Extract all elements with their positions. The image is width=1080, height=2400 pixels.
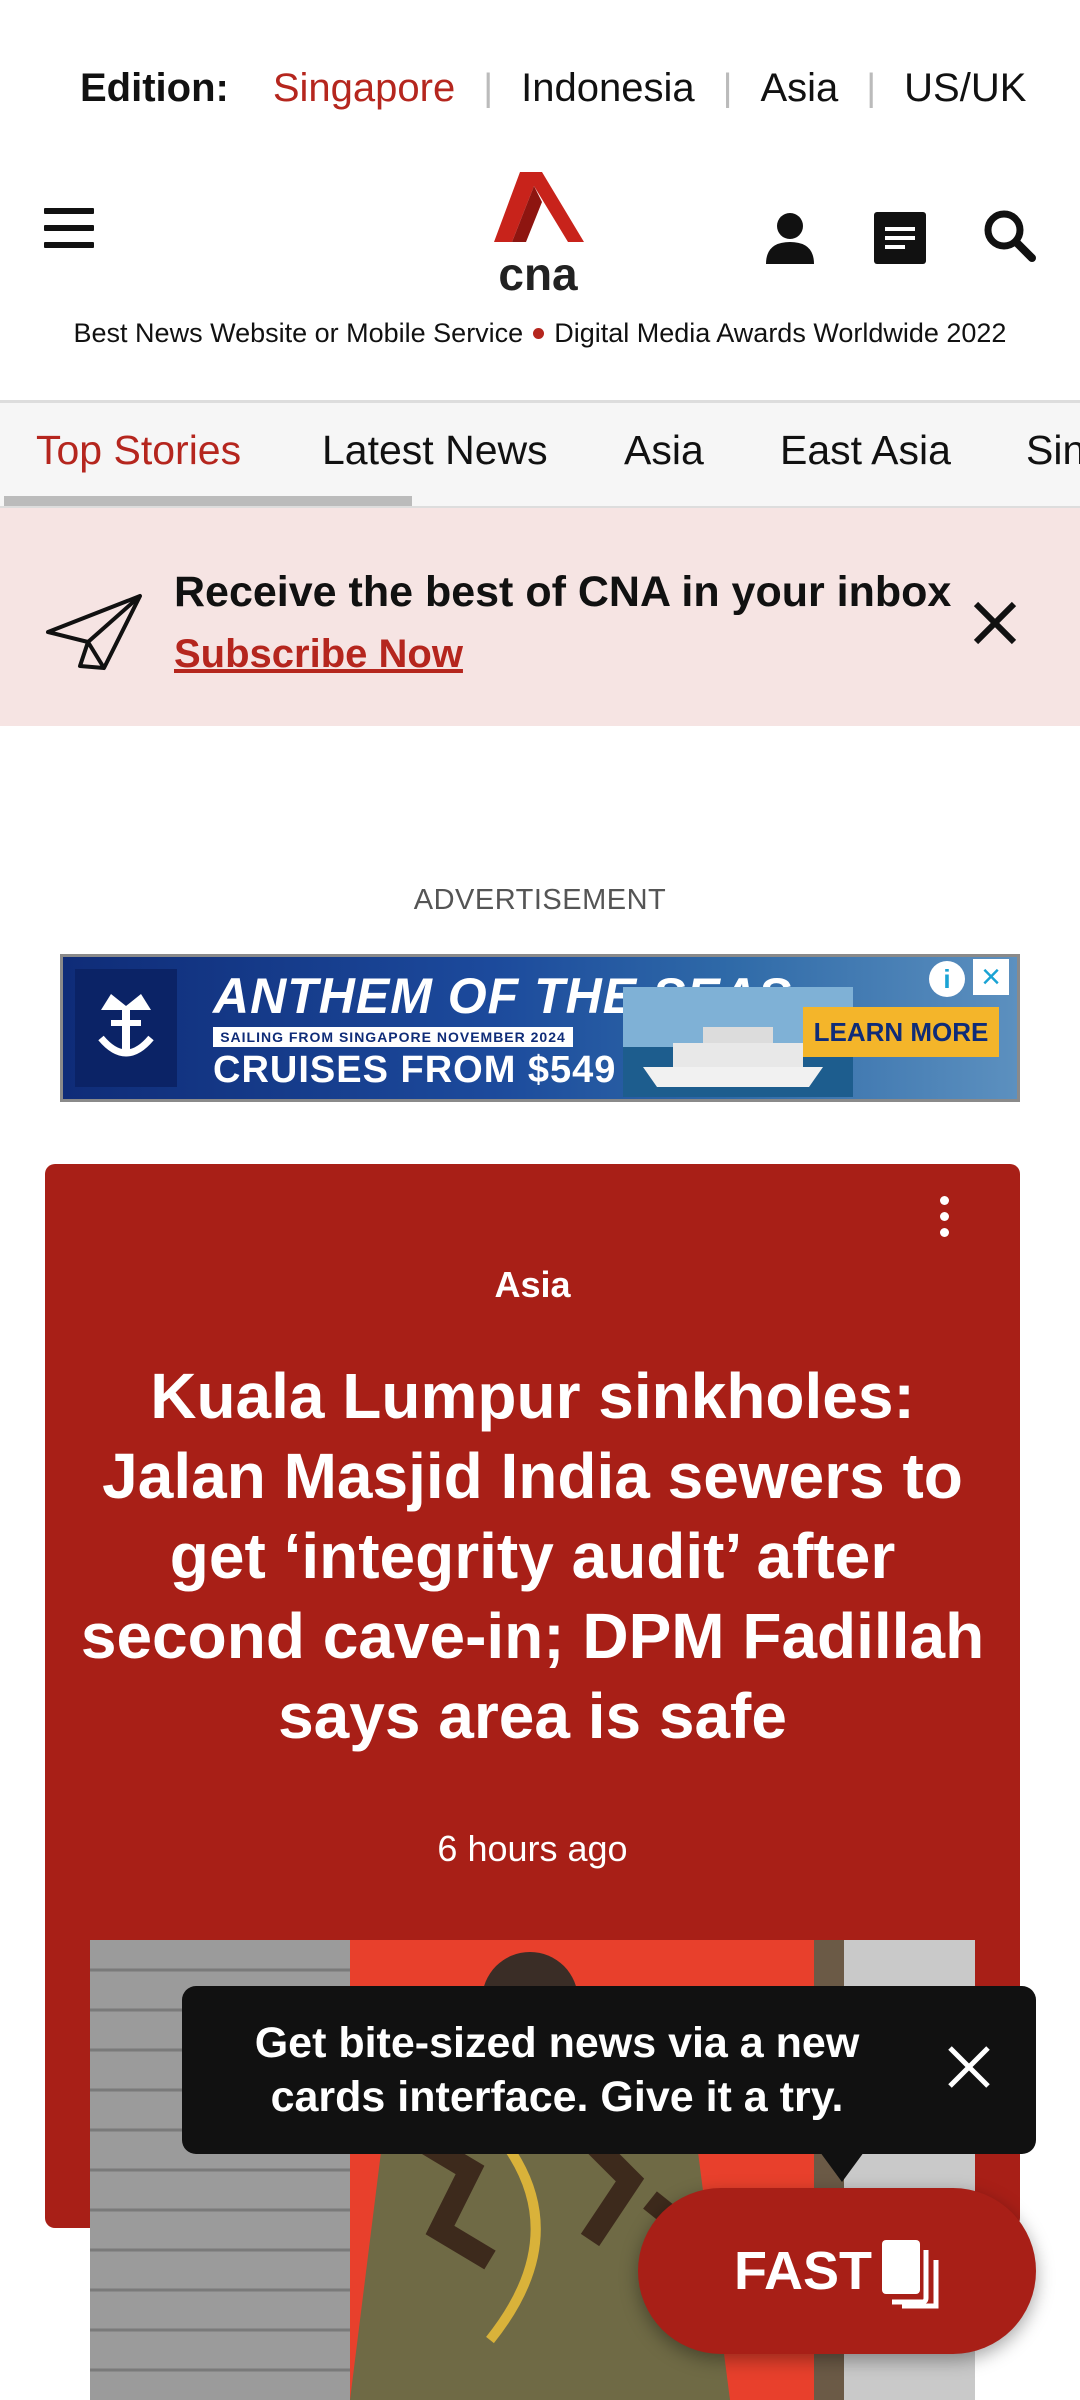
ad-info-icon[interactable]: i bbox=[929, 961, 965, 997]
tab-latest-news[interactable]: Latest News bbox=[322, 427, 548, 474]
ad-banner[interactable]: ANTHEM OF THE SEAS SAILING FROM SINGAPOR… bbox=[60, 954, 1020, 1102]
award-line: Best News Website or Mobile Service Digit… bbox=[0, 318, 1080, 349]
newsletter-title: Receive the best of CNA in your inbox bbox=[174, 568, 952, 616]
edition-divider: | bbox=[483, 66, 494, 109]
advertisement-label: ADVERTISEMENT bbox=[413, 884, 667, 916]
fast-button[interactable]: FAST bbox=[638, 2188, 1036, 2354]
ad-price: CRUISES FROM $549 bbox=[213, 1049, 617, 1091]
briefing-icon[interactable] bbox=[872, 210, 928, 266]
ad-learn-more-button[interactable]: LEARN MORE bbox=[803, 1007, 999, 1057]
edition-singapore[interactable]: Singapore bbox=[273, 66, 455, 111]
ad-subtitle: SAILING FROM SINGAPORE NOVEMBER 2024 bbox=[213, 1027, 573, 1047]
logo-text: cna bbox=[498, 248, 578, 296]
cna-logo[interactable]: cna bbox=[490, 172, 586, 296]
newsletter-banner: Receive the best of CNA in your inbox Su… bbox=[0, 508, 1080, 726]
tab-asia[interactable]: Asia bbox=[624, 427, 704, 474]
story-headline[interactable]: Kuala Lumpur sinkholes: Jalan Masjid Ind… bbox=[75, 1356, 990, 1756]
fast-tooltip: Get bite-sized news via a new cards inte… bbox=[182, 1986, 1036, 2154]
story-category[interactable]: Asia bbox=[45, 1264, 1020, 1306]
tab-top-stories[interactable]: Top Stories bbox=[36, 427, 241, 474]
award-left-text: Best News Website or Mobile Service bbox=[73, 318, 524, 348]
menu-icon[interactable] bbox=[44, 208, 94, 248]
ad-close-icon[interactable]: × bbox=[973, 959, 1009, 995]
close-icon[interactable] bbox=[970, 598, 1020, 648]
edition-usuk[interactable]: US/UK bbox=[904, 66, 1026, 111]
tooltip-text: Get bite-sized news via a new cards inte… bbox=[254, 2019, 860, 2121]
subscribe-link[interactable]: Subscribe Now bbox=[174, 632, 463, 677]
award-dot bbox=[533, 327, 545, 339]
tab-scroll-indicator bbox=[4, 496, 412, 506]
user-icon[interactable] bbox=[762, 210, 818, 266]
tab-east-asia[interactable]: East Asia bbox=[780, 427, 951, 474]
fast-label: FAST bbox=[734, 2241, 873, 2301]
tooltip-close-icon[interactable] bbox=[944, 2042, 994, 2092]
tooltip-arrow bbox=[820, 2152, 864, 2182]
edition-indonesia[interactable]: Indonesia bbox=[521, 66, 694, 111]
crown-anchor-icon bbox=[98, 994, 154, 1057]
more-options-icon[interactable] bbox=[938, 1196, 950, 1240]
edition-divider: | bbox=[866, 66, 877, 109]
cards-icon bbox=[882, 2240, 939, 2309]
edition-selector: Edition: Singapore | Indonesia | Asia | … bbox=[80, 58, 1026, 118]
tab-singapore[interactable]: Singapore bbox=[1026, 427, 1080, 474]
search-icon[interactable] bbox=[982, 208, 1038, 264]
royal-caribbean-logo bbox=[75, 969, 177, 1087]
edition-asia[interactable]: Asia bbox=[760, 66, 838, 111]
edition-divider: | bbox=[722, 66, 733, 109]
edition-label: Edition: bbox=[80, 65, 229, 110]
story-timestamp: 6 hours ago bbox=[437, 1828, 628, 1869]
paper-plane-icon bbox=[46, 594, 142, 670]
award-right-text: Digital Media Awards Worldwide 2022 bbox=[554, 318, 1007, 348]
section-tabs: Top Stories Latest News Asia East Asia S… bbox=[0, 400, 1080, 508]
